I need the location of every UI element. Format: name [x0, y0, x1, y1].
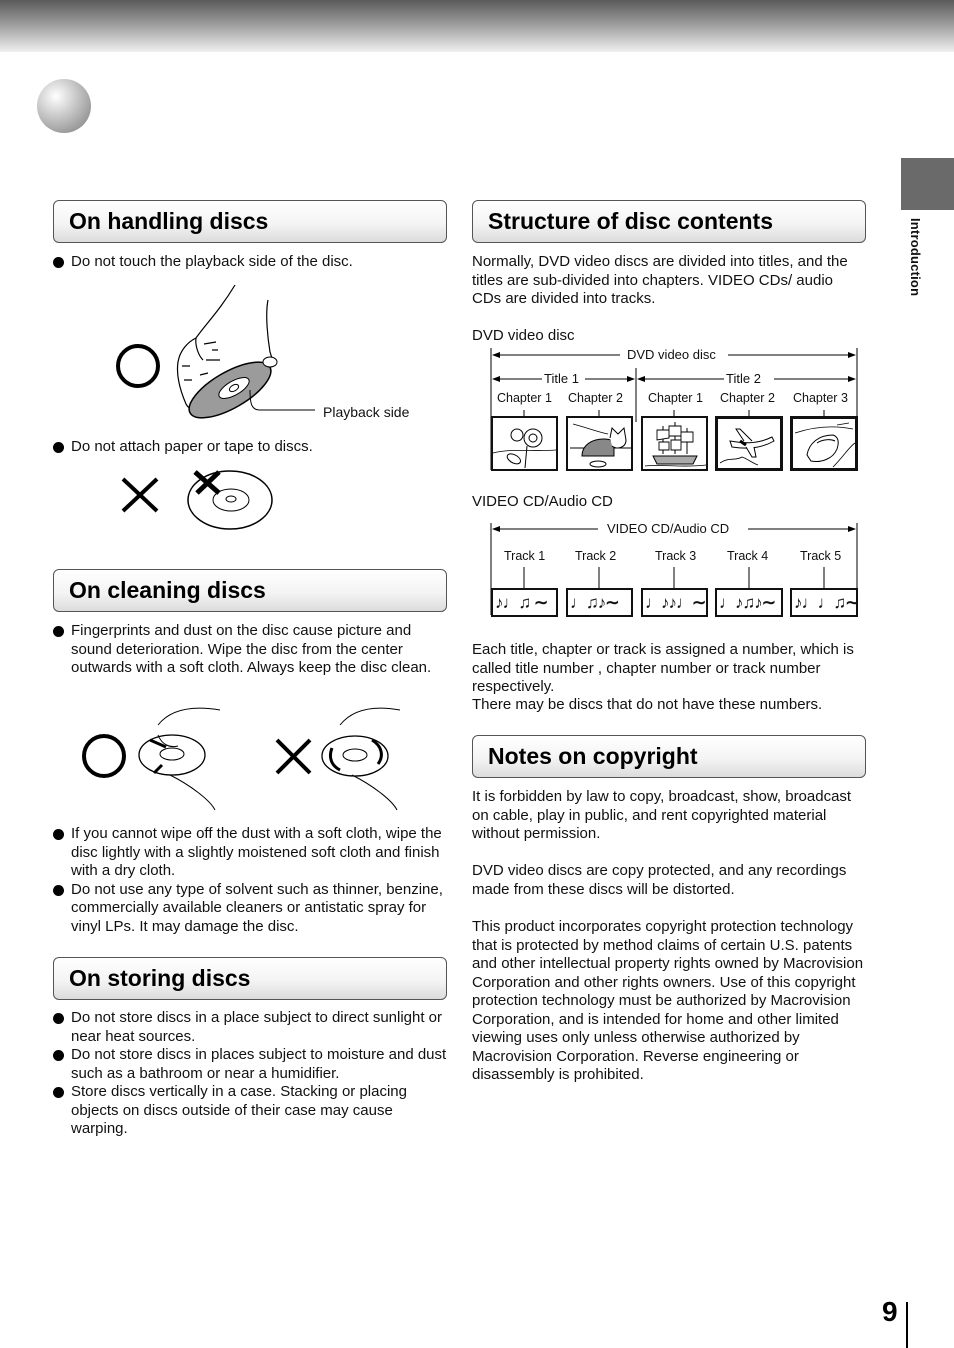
tape-on-disc-illustration: [121, 470, 273, 530]
vcd-span-label: VIDEO CD/Audio CD: [604, 521, 733, 536]
bullet-item: Store discs vertically in a case. Stacki…: [53, 1083, 448, 1139]
page-number: 9: [882, 1296, 898, 1327]
music-notes-icon: ♩♪♫♪∼: [719, 593, 776, 612]
title-1-label: Title 1: [544, 371, 579, 386]
bullet-item: Do not use any type of solvent such as t…: [53, 881, 448, 937]
bullet-item: Do not touch the playback side of the di…: [53, 253, 453, 272]
track-label: Track 4: [727, 549, 769, 563]
ng-cross-icon: [275, 738, 312, 775]
cleaning-bullets-2-3: If you cannot wipe off the dust with a s…: [53, 825, 448, 936]
title-2-label: Title 2: [726, 371, 761, 386]
track-box: ♩♫♪∼: [566, 588, 633, 617]
ok-circle-icon: [82, 734, 126, 778]
track-label: Track 1: [504, 549, 546, 563]
section-sphere-icon: [37, 79, 91, 133]
bullet-item: If you cannot wipe off the dust with a s…: [53, 825, 448, 881]
storing-bullets: Do not store discs in a place subject to…: [53, 1009, 448, 1139]
numbering-text: Each title, chapter or track is assigned…: [472, 641, 854, 695]
chapter-label: Chapter 2: [720, 391, 775, 405]
ok-circle-icon: [116, 344, 160, 388]
cat-icon: [570, 423, 631, 468]
dvd-span-label: DVD video disc: [624, 347, 719, 362]
sailing-ship-icon: [644, 422, 707, 467]
chapter-label: Chapter 3: [793, 391, 848, 405]
chapter-label: Chapter 1: [497, 391, 552, 405]
sunflower-icon: [492, 428, 557, 469]
heading-cleaning-discs: On cleaning discs: [53, 569, 447, 612]
airplane-icon: [719, 428, 775, 466]
music-notes-icon: ♩♫♪∼: [570, 593, 619, 612]
handling-bullet-1: Do not touch the playback side of the di…: [53, 253, 453, 272]
vcd-caption: VIDEO CD/Audio CD: [472, 493, 613, 510]
music-notes-icon: ♩♪♪♩∼: [645, 593, 706, 612]
bullet-item: Do not store discs in places subject to …: [53, 1046, 448, 1083]
numbering-note: There may be discs that do not have thes…: [472, 696, 823, 713]
heading-structure-disc-contents: Structure of disc contents: [472, 200, 866, 243]
section-tab-label: Introduction: [908, 218, 923, 297]
track-label: Track 3: [655, 549, 697, 563]
track-box: ♩♪♪♩∼: [641, 588, 708, 617]
music-notes-icon: ♪♩♫ ∼: [495, 593, 548, 612]
car-icon: [794, 422, 856, 468]
copyright-paragraph-1: It is forbidden by law to copy, broadcas…: [472, 788, 852, 842]
heading-storing-discs: On storing discs: [53, 957, 447, 1000]
chapter-thumbnail-sailing-ship: [641, 416, 708, 471]
chapter-thumbnail-sunflower: [491, 416, 558, 471]
bullet-item: Do not attach paper or tape to discs.: [53, 438, 453, 457]
copyright-paragraph-2: DVD video discs are copy protected, and …: [472, 862, 847, 898]
chapter-thumbnail-car: [790, 416, 858, 471]
cleaning-bullet-1: Fingerprints and dust on the disc cause …: [53, 622, 445, 678]
track-box: ♪♩♫ ∼: [491, 588, 558, 617]
music-notes-icon: ♪♩♩♫∼: [794, 593, 859, 612]
chapter-thumbnail-airplane: [715, 416, 783, 471]
chapter-label: Chapter 1: [648, 391, 703, 405]
header-gradient-band: [0, 0, 954, 52]
heading-notes-on-copyright: Notes on copyright: [472, 735, 866, 778]
section-tab-marker: [901, 158, 954, 210]
ng-cross-icon: [121, 477, 159, 513]
bullet-item: Do not store discs in a place subject to…: [53, 1009, 448, 1046]
page-number-rule: [906, 1302, 908, 1348]
playback-side-label: Playback side: [323, 404, 410, 420]
chapter-thumbnail-cat: [566, 416, 633, 471]
track-label: Track 5: [800, 549, 842, 563]
track-box: ♪♩♩♫∼: [790, 588, 859, 617]
cleaning-disc-illustration: [82, 707, 401, 811]
structure-intro-text: Normally, DVD video discs are divided in…: [472, 253, 848, 307]
chapter-label: Chapter 2: [568, 391, 623, 405]
disc-icon: [138, 734, 206, 776]
heading-handling-discs: On handling discs: [53, 200, 447, 243]
track-box: ♩♪♫♪∼: [715, 588, 783, 617]
track-label: Track 2: [575, 549, 617, 563]
handling-bullet-2: Do not attach paper or tape to discs.: [53, 438, 453, 457]
bullet-item: Fingerprints and dust on the disc cause …: [53, 622, 445, 678]
copyright-paragraph-3: This product incorporates copyright prot…: [472, 918, 864, 1083]
